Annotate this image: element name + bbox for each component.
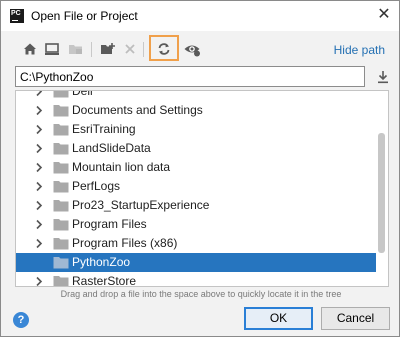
project-folder-icon[interactable] xyxy=(67,40,85,58)
title-bar: PC Open File or Project ✕ xyxy=(1,1,399,31)
chevron-right-icon[interactable] xyxy=(34,124,44,135)
tree-item[interactable]: EsriTraining xyxy=(16,120,376,139)
tree-item-label: Program Files (x86) xyxy=(72,236,178,250)
tree-item[interactable]: RasterStore xyxy=(16,272,376,287)
chevron-right-icon[interactable] xyxy=(34,219,44,230)
tree-item[interactable]: PerfLogs xyxy=(16,177,376,196)
scrollbar-thumb[interactable] xyxy=(378,133,385,253)
tree-item-label: EsriTraining xyxy=(72,122,136,136)
chevron-right-icon[interactable] xyxy=(34,181,44,192)
toolbar-separator xyxy=(143,42,144,57)
close-button[interactable]: ✕ xyxy=(369,1,399,31)
delete-icon[interactable] xyxy=(121,40,139,58)
pycharm-icon: PC xyxy=(10,9,24,23)
path-row xyxy=(15,66,390,87)
folder-icon xyxy=(53,199,69,212)
help-button[interactable]: ? xyxy=(13,312,29,328)
chevron-right-icon[interactable] xyxy=(34,91,44,97)
scrollbar-track[interactable] xyxy=(376,91,388,286)
tree-item-label: LandSlideData xyxy=(72,141,151,155)
hide-path-link[interactable]: Hide path xyxy=(334,43,385,57)
folder-icon xyxy=(53,180,69,193)
tree-item[interactable]: Program Files (x86) xyxy=(16,234,376,253)
folder-icon xyxy=(53,161,69,174)
folder-icon xyxy=(53,91,69,98)
tree-item-label: Pro23_StartupExperience xyxy=(72,198,210,212)
tree-item-label: PythonZoo xyxy=(72,255,131,269)
folder-icon xyxy=(53,123,69,136)
tree-item-label: Dell xyxy=(72,90,93,98)
folder-icon xyxy=(53,275,69,286)
toolbar-separator xyxy=(91,42,92,57)
toolbar: Hide path xyxy=(15,35,385,62)
tree-item[interactable]: Documents and Settings xyxy=(16,101,376,120)
chevron-right-icon[interactable] xyxy=(34,276,44,286)
refresh-icon[interactable] xyxy=(155,40,173,58)
tree-item[interactable]: Dell xyxy=(16,90,376,101)
chevron-right-icon[interactable] xyxy=(34,238,44,249)
tree-item-label: RasterStore xyxy=(72,274,137,287)
folder-icon xyxy=(53,142,69,155)
tree-item-label: Program Files xyxy=(72,217,147,231)
chevron-right-icon[interactable] xyxy=(34,105,44,116)
tree-item-label: Mountain lion data xyxy=(72,160,171,174)
file-tree[interactable]: Dell Documents and Settings EsriTraining La… xyxy=(15,90,389,287)
tree-item-label: PerfLogs xyxy=(72,179,121,193)
tree-item[interactable]: PythonZoo xyxy=(16,253,376,272)
tree-item-label: Documents and Settings xyxy=(72,103,203,117)
folder-icon xyxy=(53,218,69,231)
tree-item[interactable]: LandSlideData xyxy=(16,139,376,158)
chevron-right-icon[interactable] xyxy=(34,143,44,154)
new-folder-icon[interactable] xyxy=(99,40,117,58)
download-icon[interactable] xyxy=(376,69,390,85)
cancel-button[interactable]: Cancel xyxy=(321,307,390,330)
chevron-right-icon[interactable] xyxy=(34,200,44,211)
folder-icon xyxy=(53,237,69,250)
chevron-right-icon[interactable] xyxy=(34,162,44,173)
path-input[interactable] xyxy=(15,66,365,87)
show-hidden-icon[interactable] xyxy=(183,40,201,58)
ok-button[interactable]: OK xyxy=(244,307,313,330)
folder-icon xyxy=(53,104,69,117)
home-icon[interactable] xyxy=(21,40,39,58)
dialog-title: Open File or Project xyxy=(31,9,138,23)
drag-drop-hint: Drag and drop a file into the space abov… xyxy=(60,289,342,299)
tree-item[interactable]: Pro23_StartupExperience xyxy=(16,196,376,215)
tree-item[interactable]: Mountain lion data xyxy=(16,158,376,177)
folder-icon xyxy=(53,256,69,269)
tree-item[interactable]: Program Files xyxy=(16,215,376,234)
open-file-dialog: PC Open File or Project ✕ Hide path C:\P… xyxy=(0,0,400,337)
desktop-icon[interactable] xyxy=(43,40,61,58)
